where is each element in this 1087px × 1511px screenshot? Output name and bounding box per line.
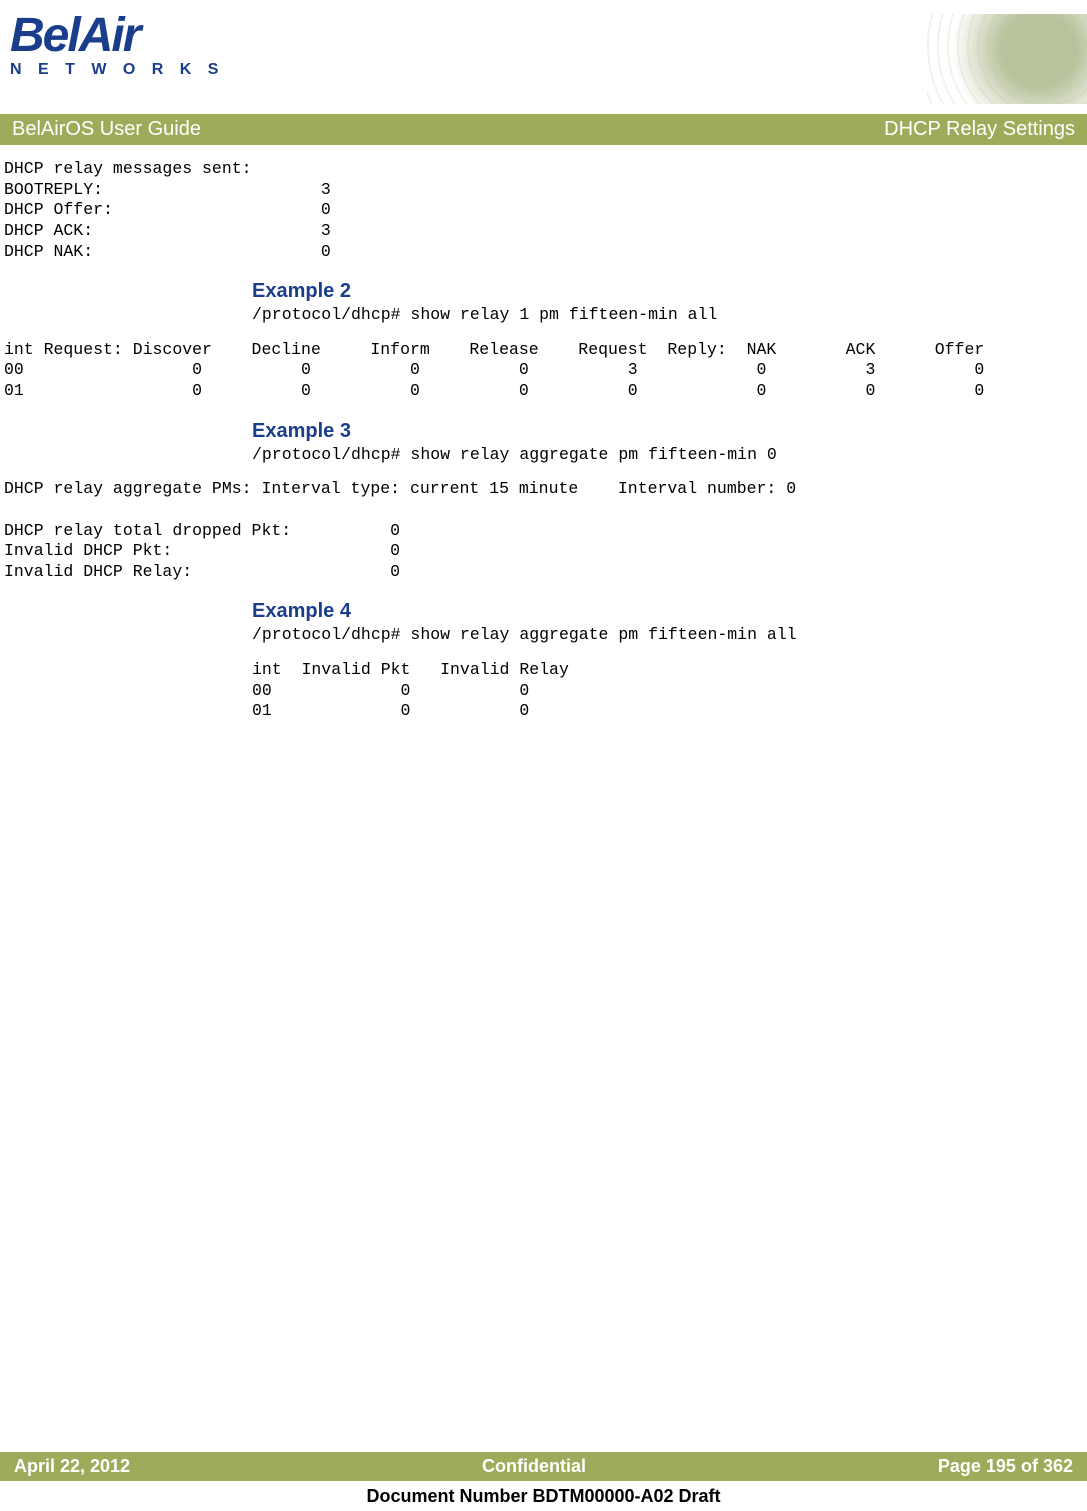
example-4-heading: Example 4 [252, 600, 1083, 623]
example-2-heading: Example 2 [252, 280, 1083, 303]
brand-logo: BelAir N E T W O R K S [10, 14, 224, 79]
example-2-table: int Request: Discover Decline Inform Rel… [4, 340, 1083, 402]
logo-line2: N E T W O R K S [10, 61, 224, 79]
footer-page: Page 195 of 362 [938, 1456, 1073, 1477]
page-header: BelAir N E T W O R K S [0, 0, 1087, 104]
example-3-heading: Example 3 [252, 420, 1083, 443]
document-number: Document Number BDTM00000-A02 Draft [0, 1486, 1087, 1507]
footer-date: April 22, 2012 [14, 1456, 130, 1477]
guide-title: BelAirOS User Guide [12, 118, 201, 141]
messages-sent-block: DHCP relay messages sent: BOOTREPLY: 3 D… [4, 159, 1083, 262]
example-4-command: /protocol/dhcp# show relay aggregate pm … [252, 625, 1083, 646]
footer-confidential: Confidential [482, 1456, 586, 1477]
footer-bar: April 22, 2012 Confidential Page 195 of … [0, 1452, 1087, 1481]
title-bar: BelAirOS User Guide DHCP Relay Settings [0, 114, 1087, 145]
example-2-command: /protocol/dhcp# show relay 1 pm fifteen-… [252, 305, 1083, 326]
example-3-body: DHCP relay aggregate PMs: Interval type:… [4, 479, 1083, 582]
section-title: DHCP Relay Settings [884, 118, 1075, 141]
example-4-body: int Invalid Pkt Invalid Relay 00 0 0 01 … [252, 660, 1083, 722]
page-content: DHCP relay messages sent: BOOTREPLY: 3 D… [0, 159, 1087, 722]
logo-line1: BelAir [10, 14, 224, 57]
example-3-command: /protocol/dhcp# show relay aggregate pm … [252, 445, 1083, 466]
header-graphic-icon [927, 14, 1087, 104]
